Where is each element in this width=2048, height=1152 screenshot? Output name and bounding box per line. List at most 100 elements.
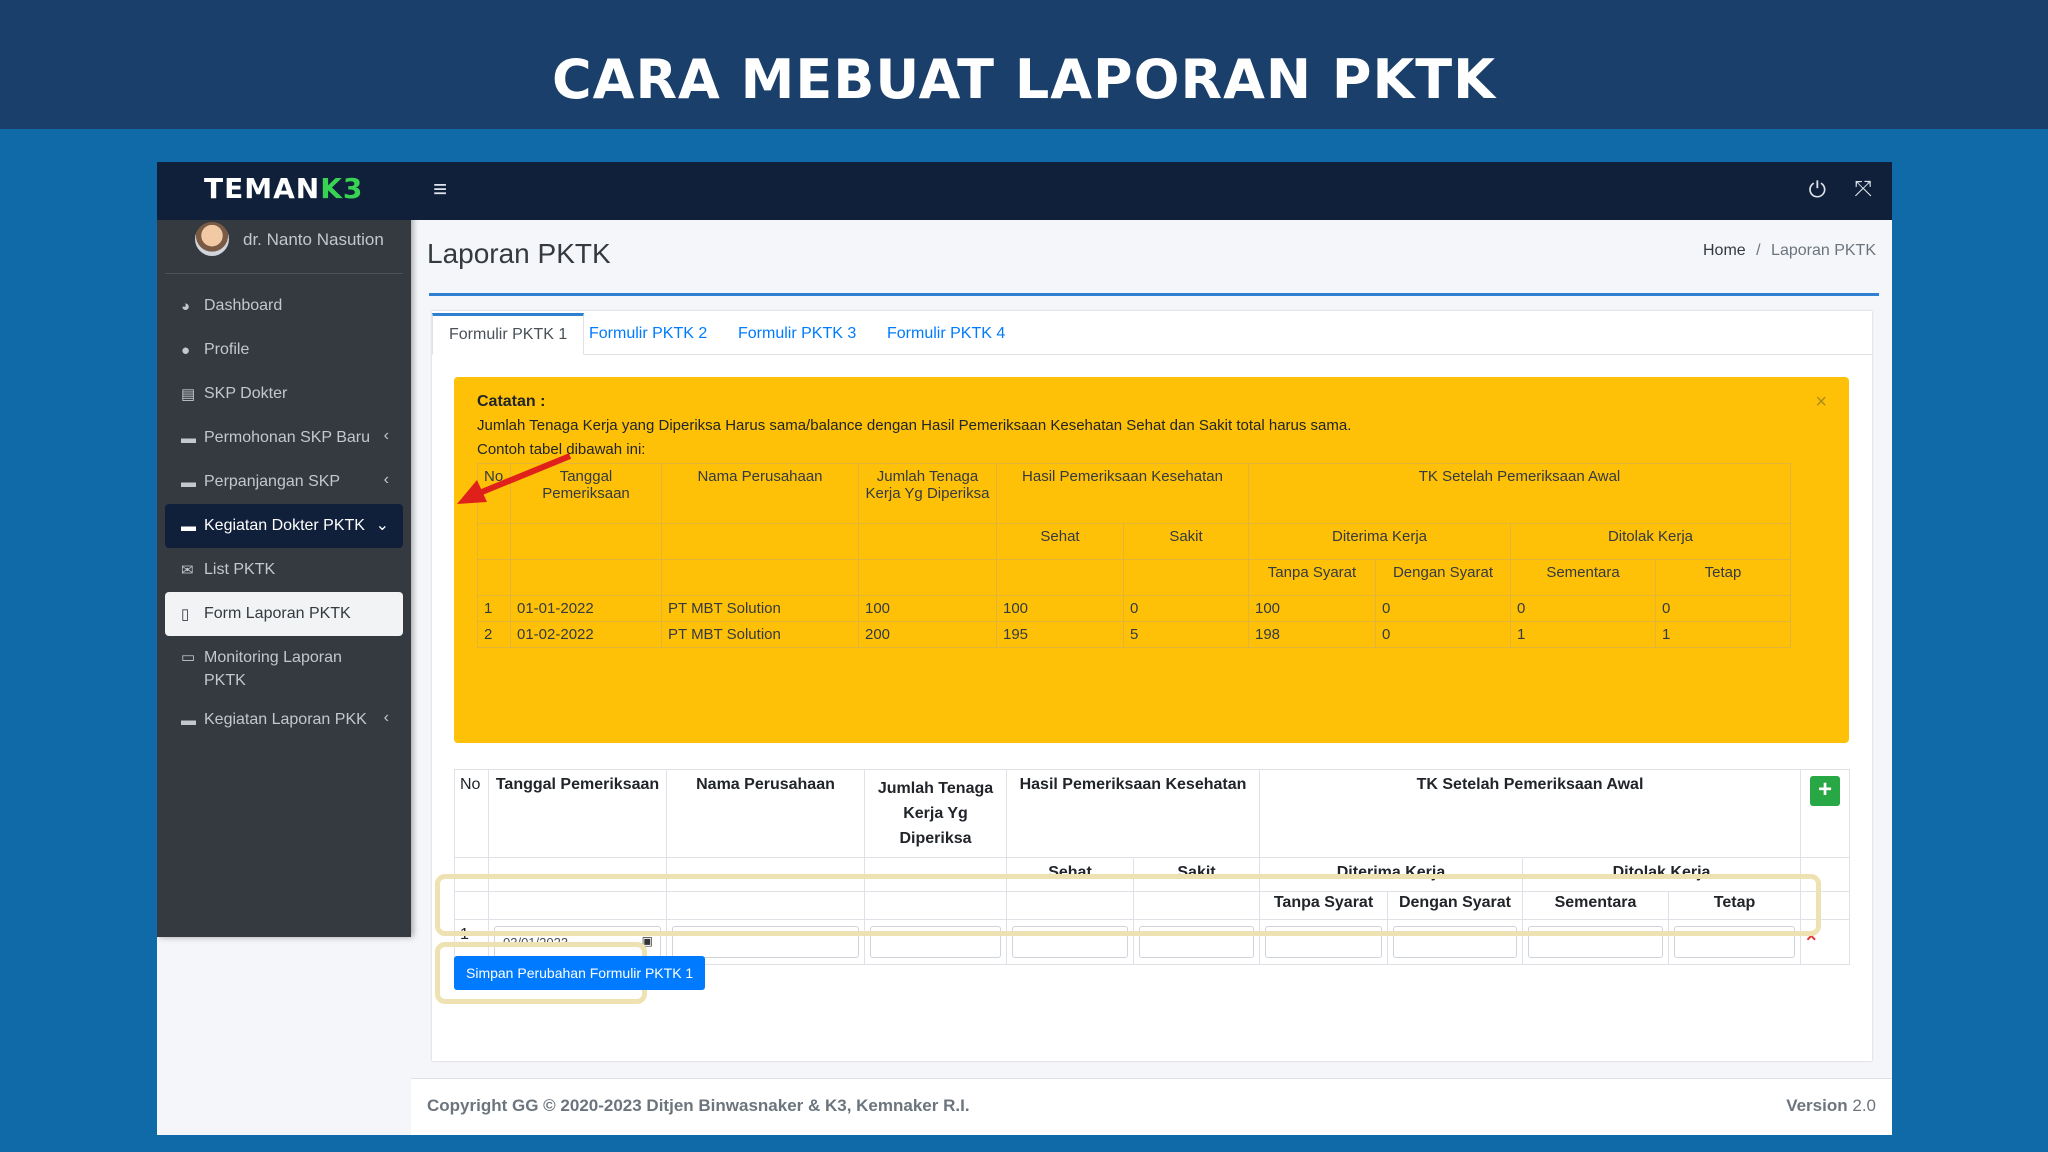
entry-header-hasil: Hasil Pemeriksaan Kesehatan — [1006, 769, 1260, 858]
example-cell — [510, 559, 662, 596]
sidebar-item-form-laporan-pktk[interactable]: ▯ Form Laporan PKTK — [165, 592, 403, 636]
sidebar-item-kegiatan-laporan-pkk[interactable]: ▬ Kegiatan Laporan PKK ‹ — [165, 698, 403, 742]
example-cell: 195 — [996, 621, 1124, 648]
version-label: Version — [1786, 1096, 1848, 1115]
brand-text: TEMAN — [204, 172, 321, 205]
example-cell: 0 — [1375, 595, 1511, 622]
user-panel[interactable]: dr. Nanto Nasution — [165, 220, 403, 274]
example-cell: 1 — [477, 595, 511, 622]
example-header-sementara: Sementara — [1510, 559, 1656, 596]
example-cell — [858, 559, 997, 596]
example-cell — [858, 523, 997, 560]
tab-formulir-pktk-1[interactable]: Formulir PKTK 1 — [432, 313, 585, 355]
sidebar-item-permohonan-skp-baru[interactable]: ▬ Permohonan SKP Baru ‹ — [165, 416, 403, 460]
add-cell: + — [1800, 769, 1850, 858]
id-card-icon: ▤ — [181, 386, 196, 403]
sidebar-item-kegiatan-dokter-pktk[interactable]: ▬ Kegiatan Dokter PKTK ⌄ — [165, 504, 403, 548]
example-cell: 5 — [1123, 621, 1249, 648]
tab-formulir-pktk-4[interactable]: Formulir PKTK 4 — [871, 313, 1021, 355]
example-cell: PT MBT Solution — [661, 621, 859, 648]
version-number: 2.0 — [1852, 1096, 1876, 1115]
expand-icon[interactable]: ⤧ — [1854, 176, 1872, 202]
tab-formulir-pktk-2[interactable]: Formulir PKTK 2 — [573, 313, 723, 355]
sidebar-item-monitoring-laporan-pktk[interactable]: ▭ Monitoring Laporan PKTK — [165, 636, 403, 698]
example-header-sehat: Sehat — [996, 523, 1124, 560]
app-window: TEMANK3 dr. Nanto Nasution ◕ Dashboard ● P… — [157, 162, 1892, 1135]
breadcrumb-home[interactable]: Home — [1703, 242, 1746, 259]
sidebar-item-label: Profile — [204, 341, 250, 358]
example-cell — [1123, 559, 1249, 596]
example-cell — [661, 559, 859, 596]
entry-header-nama: Nama Perusahaan — [666, 769, 865, 858]
sidebar-nav: ◕ Dashboard ● Profile ▤ SKP Dokter ▬ Permoho… — [165, 284, 403, 742]
highlight-box-row — [435, 874, 1821, 936]
sidebar-item-skp-dokter[interactable]: ▤ SKP Dokter — [165, 372, 403, 416]
sidebar-item-perpanjangan-skp[interactable]: ▬ Perpanjangan SKP ‹ — [165, 460, 403, 504]
form-card: Formulir PKTK 1 Formulir PKTK 2 Formulir… — [432, 311, 1872, 1061]
example-cell: 198 — [1248, 621, 1376, 648]
sidebar-item-dashboard[interactable]: ◕ Dashboard — [165, 284, 403, 328]
entry-header-jumlah: Jumlah Tenaga Kerja Yg Diperiksa — [864, 769, 1007, 858]
example-cell: PT MBT Solution — [661, 595, 859, 622]
user-name: dr. Nanto Nasution — [243, 230, 384, 249]
envelope-icon: ✉ — [181, 562, 194, 579]
laptop-icon: ▭ — [181, 649, 196, 666]
example-cell — [996, 559, 1124, 596]
save-button[interactable]: Simpan Perubahan Formulir PKTK 1 — [454, 956, 706, 990]
dashboard-icon: ◕ — [181, 297, 191, 315]
example-cell: 1 — [1655, 621, 1791, 648]
brand-logo[interactable]: TEMANK3 — [204, 172, 363, 205]
power-icon[interactable]: ⏻ — [1809, 177, 1826, 203]
brand-accent-text: K3 — [320, 172, 364, 205]
entry-header-tk: TK Setelah Pemeriksaan Awal — [1259, 769, 1801, 858]
sidebar-item-profile[interactable]: ● Profile — [165, 328, 403, 372]
sidebar-item-label: Perpanjangan SKP — [204, 473, 341, 490]
folder-icon: ▬ — [181, 711, 196, 729]
example-cell — [477, 523, 511, 560]
example-row: 1 01-01-2022 PT MBT Solution 100 100 0 1… — [477, 595, 1791, 622]
file-icon: ▯ — [181, 606, 190, 623]
footer: Copyright GG © 2020-2023 Ditjen Binwasna… — [411, 1078, 1892, 1135]
sidebar: TEMANK3 dr. Nanto Nasution ◕ Dashboard ● P… — [157, 162, 411, 937]
example-cell: 01-01-2022 — [510, 595, 662, 622]
example-cell — [661, 523, 859, 560]
top-navbar: ≡ ⏻ ⤧ — [411, 162, 1892, 220]
example-cell — [510, 523, 662, 560]
example-header-tetap: Tetap — [1655, 559, 1791, 596]
sidebar-item-list-pktk[interactable]: ✉ List PKTK — [165, 548, 403, 592]
example-header-hasil: Hasil Pemeriksaan Kesehatan — [996, 463, 1249, 524]
brand-bar: TEMANK3 — [157, 162, 411, 220]
arrow-shaft — [475, 453, 572, 497]
example-header-dengan-syarat: Dengan Syarat — [1375, 559, 1511, 596]
example-row: 2 01-02-2022 PT MBT Solution 200 195 5 1… — [477, 621, 1791, 648]
example-header-diterima: Diterima Kerja — [1248, 523, 1511, 560]
folder-icon: ▬ — [181, 473, 196, 491]
sidebar-item-label: Form Laporan PKTK — [204, 605, 351, 622]
example-header-ditolak: Ditolak Kerja — [1510, 523, 1791, 560]
example-cell: 2 — [477, 621, 511, 648]
hamburger-icon[interactable]: ≡ — [433, 176, 447, 204]
breadcrumb-current: Laporan PKTK — [1771, 242, 1876, 259]
close-icon[interactable]: × — [1815, 391, 1827, 414]
folder-open-icon: ▬ — [181, 517, 196, 535]
title-divider — [429, 293, 1879, 296]
avatar — [195, 222, 229, 256]
footer-copyright: Copyright GG © 2020-2023 Ditjen Binwasna… — [427, 1096, 970, 1115]
sidebar-item-label: Kegiatan Dokter PKTK — [204, 517, 365, 534]
example-cell — [477, 559, 511, 596]
chevron-down-icon: ⌄ — [375, 517, 389, 534]
example-cell: 200 — [858, 621, 997, 648]
slide-title: CARA MEBUAT LAPORAN PKTK — [552, 48, 1496, 111]
example-cell: 01-02-2022 — [510, 621, 662, 648]
tab-formulir-pktk-3[interactable]: Formulir PKTK 3 — [722, 313, 872, 355]
add-row-button[interactable]: + — [1810, 776, 1840, 806]
example-cell: 0 — [1375, 621, 1511, 648]
annotation-arrow — [457, 453, 572, 504]
sidebar-item-label: List PKTK — [204, 561, 276, 578]
entry-header-tanggal: Tanggal Pemeriksaan — [488, 769, 667, 858]
breadcrumb-separator: / — [1756, 242, 1761, 259]
user-icon: ● — [181, 341, 191, 359]
example-cell: 100 — [858, 595, 997, 622]
folder-icon: ▬ — [181, 429, 196, 447]
footer-version: Version 2.0 — [1786, 1096, 1876, 1116]
